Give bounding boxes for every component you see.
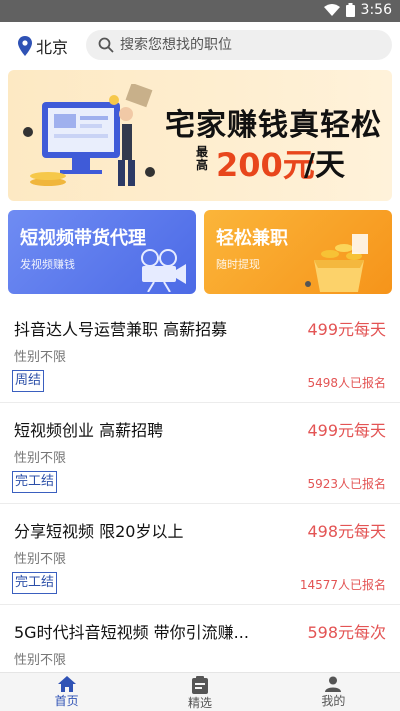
settlement-tag: 完工结 <box>12 471 58 493</box>
status-bar: 3:56 <box>0 0 400 22</box>
signup-count: 5498人已报名 <box>307 376 386 390</box>
banner-amount: 200元 <box>216 146 315 184</box>
job-list-item[interactable]: 分享短视频 限20岁以上 498元每天性别不限完工结 14577人已报名 <box>0 504 400 605</box>
job-gender: 性别不限 <box>14 451 67 466</box>
card-subtitle: 发视频赚钱 <box>20 258 75 271</box>
banner-max-label: 最高 <box>196 145 209 172</box>
job-list-item[interactable]: 短视频创业 高薪招聘 499元每天性别不限完工结 5923人已报名 <box>0 403 400 504</box>
card-short-video-agent[interactable]: 短视频带货代理 发视频赚钱 <box>8 210 196 294</box>
tab-label: 精选 <box>187 696 212 710</box>
card-subtitle: 随时提现 <box>216 258 260 271</box>
job-gender: 性别不限 <box>14 653 67 668</box>
job-pay: 499元每天 <box>307 421 386 440</box>
banner-headline: 宅家赚钱真轻松 <box>165 108 382 143</box>
search-icon <box>98 37 114 53</box>
city-selector[interactable]: 北京 <box>18 34 68 58</box>
promo-banner[interactable]: 宅家赚钱真轻松 最高 200元 /天 <box>8 70 392 201</box>
search-input[interactable] <box>120 37 370 53</box>
clipboard-icon <box>191 676 208 694</box>
wifi-icon <box>323 4 340 16</box>
job-gender: 性别不限 <box>14 350 67 365</box>
banner-per-day: /天 <box>304 148 345 183</box>
user-icon <box>325 676 342 692</box>
film-camera-icon <box>141 249 186 292</box>
job-pay: 598元每次 <box>307 623 386 642</box>
settlement-tag: 周结 <box>12 370 45 392</box>
home-icon <box>57 676 76 692</box>
signup-count: 5923人已报名 <box>307 477 386 491</box>
job-title: 抖音达人号运营兼职 高薪招募 <box>14 320 228 339</box>
card-title: 短视频带货代理 <box>20 228 146 249</box>
coin-box-icon <box>305 234 368 292</box>
job-title: 短视频创业 高薪招聘 <box>14 421 164 440</box>
settlement-tag: 完工结 <box>12 572 58 594</box>
job-list-item[interactable]: 抖音达人号运营兼职 高薪招募 499元每天性别不限周结 5498人已报名 <box>0 302 400 403</box>
card-title: 轻松兼职 <box>216 228 288 249</box>
status-time: 3:56 <box>360 2 392 18</box>
battery-icon <box>345 3 355 17</box>
job-gender: 性别不限 <box>14 552 67 567</box>
tab-label: 首页 <box>54 694 79 708</box>
job-list-item[interactable]: 5G时代抖音短视频 带你引流赚... 598元每次性别不限 <box>0 605 400 672</box>
tab-mine[interactable]: 我的 <box>267 673 400 711</box>
card-easy-part-time[interactable]: 轻松兼职 随时提现 <box>204 210 392 294</box>
bottom-tab-bar: 首页 精选 我的 <box>0 672 400 711</box>
job-title: 5G时代抖音短视频 带你引流赚... <box>14 623 249 642</box>
search-bar[interactable] <box>86 30 392 60</box>
job-pay: 499元每天 <box>307 320 386 339</box>
tab-label: 我的 <box>321 694 346 708</box>
job-title: 分享短视频 限20岁以上 <box>14 522 184 541</box>
banner-illustration <box>23 84 155 186</box>
tab-home[interactable]: 首页 <box>0 673 133 711</box>
signup-count: 14577人已报名 <box>299 578 386 592</box>
city-label: 北京 <box>36 38 69 57</box>
job-list[interactable]: 抖音达人号运营兼职 高薪招募 499元每天 性别不限 周结 5498人已报名 短视频创业 … <box>0 302 400 672</box>
location-pin-icon <box>18 36 32 56</box>
tab-featured[interactable]: 精选 <box>133 673 266 711</box>
job-pay: 498元每天 <box>307 522 386 541</box>
top-bar: 北京 <box>0 22 400 68</box>
